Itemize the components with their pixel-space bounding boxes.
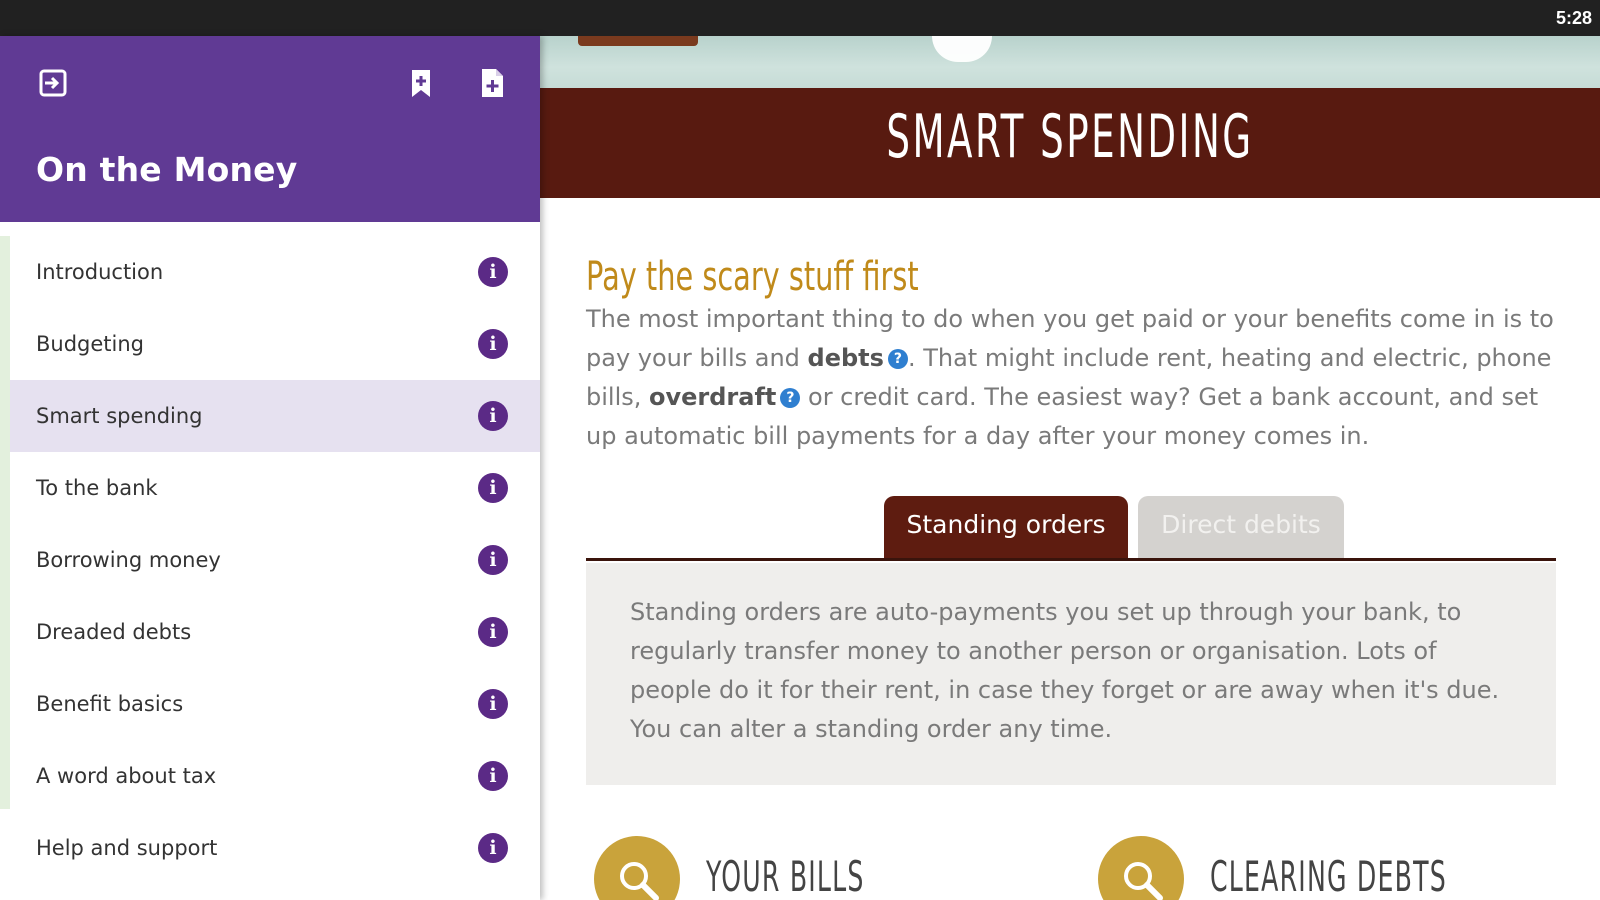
info-icon[interactable]: i: [478, 689, 508, 719]
help-icon[interactable]: ?: [780, 388, 801, 408]
banner-illustration: [540, 36, 1600, 88]
info-icon[interactable]: i: [478, 329, 508, 359]
banner-illustration-cloud: [932, 36, 992, 62]
status-time: 5:28: [1555, 8, 1592, 28]
banner-title: SMART SPENDING: [886, 102, 1254, 172]
tab-direct-debits[interactable]: Direct debits: [1138, 496, 1344, 560]
info-icon[interactable]: i: [478, 473, 508, 503]
banner-illustration-wood: [578, 36, 698, 46]
navigation-drawer: On the Money Introduction i Budgeting i …: [0, 36, 540, 900]
menu-item-smart-spending[interactable]: Smart spending i: [10, 380, 540, 452]
menu-item-to-the-bank[interactable]: To the bank i: [0, 452, 540, 524]
menu-item-label: Borrowing money: [36, 548, 221, 572]
section-heading: Pay the scary stuff first: [586, 254, 919, 300]
info-icon[interactable]: i: [478, 257, 508, 287]
tabs-divider: [586, 558, 1556, 561]
menu-item-budgeting[interactable]: Budgeting i: [0, 308, 540, 380]
menu-item-label: Introduction: [36, 260, 164, 284]
tab-panel: Standing orders are auto-payments you se…: [586, 563, 1556, 785]
info-icon[interactable]: i: [478, 545, 508, 575]
menu-item-label: Dreaded debts: [36, 620, 192, 644]
menu-item-introduction[interactable]: Introduction i: [0, 236, 540, 308]
menu-item-help-and-support[interactable]: Help and support i: [0, 812, 540, 884]
main-content: SMART SPENDING Pay the scary stuff first…: [540, 36, 1600, 900]
tab-panel-text: Standing orders are auto-payments you se…: [630, 598, 1500, 743]
bookmark-add-icon[interactable]: [404, 66, 438, 100]
section-banner: SMART SPENDING: [540, 88, 1600, 198]
chapter-menu: Introduction i Budgeting i Smart spendin…: [0, 236, 540, 884]
clearing-debts-label: CLEARING DEBTS: [1210, 852, 1447, 900]
info-icon[interactable]: i: [478, 401, 508, 431]
info-icon[interactable]: i: [478, 617, 508, 647]
menu-item-borrowing-money[interactable]: Borrowing money i: [0, 524, 540, 596]
menu-item-label: Benefit basics: [36, 692, 184, 716]
search-icon: [1098, 836, 1184, 900]
intro-paragraph: The most important thing to do when you …: [586, 300, 1566, 456]
menu-item-label: To the bank: [36, 476, 158, 500]
drawer-header: On the Money: [0, 36, 540, 222]
menu-item-a-word-about-tax[interactable]: A word about tax i: [0, 740, 540, 812]
note-add-icon[interactable]: [475, 66, 509, 100]
search-icon: [594, 836, 680, 900]
exit-icon[interactable]: [36, 66, 70, 100]
info-icon[interactable]: i: [478, 833, 508, 863]
glossary-term-overdraft[interactable]: overdraft: [649, 383, 776, 411]
menu-item-label: A word about tax: [36, 764, 217, 788]
help-icon[interactable]: ?: [887, 349, 908, 369]
menu-item-benefit-basics[interactable]: Benefit basics i: [0, 668, 540, 740]
your-bills-label: YOUR BILLS: [706, 852, 865, 900]
status-bar: 5:28: [0, 0, 1600, 36]
glossary-term-debts[interactable]: debts: [808, 344, 884, 372]
menu-item-label: Budgeting: [36, 332, 145, 356]
tab-standing-orders[interactable]: Standing orders: [884, 496, 1128, 560]
menu-item-label: Smart spending: [36, 404, 203, 428]
menu-item-label: Help and support: [36, 836, 218, 860]
app-title: On the Money: [36, 150, 298, 189]
menu-item-dreaded-debts[interactable]: Dreaded debts i: [0, 596, 540, 668]
info-icon[interactable]: i: [478, 761, 508, 791]
